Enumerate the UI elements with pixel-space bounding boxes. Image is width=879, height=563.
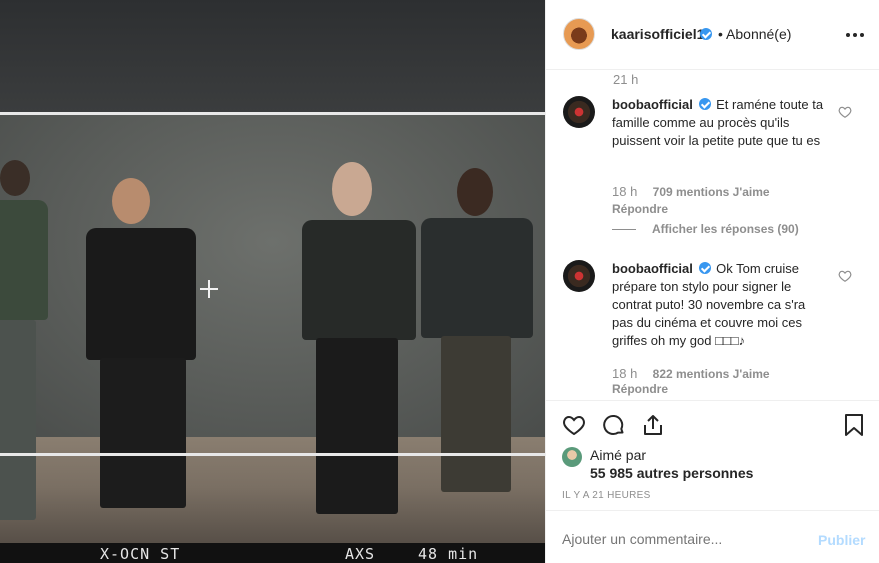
frame-guide-top bbox=[0, 112, 545, 115]
header-separator: • bbox=[718, 26, 723, 42]
author-avatar[interactable] bbox=[563, 18, 595, 50]
post-timestamp: IL Y A 21 HEURES bbox=[562, 490, 651, 501]
share-icon[interactable] bbox=[641, 413, 665, 437]
camera-time: 48 min bbox=[418, 545, 479, 563]
caption-time: 21 h bbox=[613, 72, 639, 87]
comment-time: 18 h bbox=[612, 366, 638, 381]
person-figure-1 bbox=[0, 160, 60, 530]
comment-text: boobaofficial Et raméne toute ta famille… bbox=[612, 96, 828, 150]
comments-list[interactable]: 21 h boobaofficial Et raméne toute ta fa… bbox=[546, 70, 879, 400]
verified-badge-icon bbox=[698, 98, 711, 110]
reply-button[interactable]: Répondre bbox=[612, 382, 668, 396]
comment-time: 18 h bbox=[612, 184, 638, 199]
follow-status-label: Abonné(e) bbox=[726, 26, 792, 42]
commenter-avatar[interactable] bbox=[563, 260, 595, 292]
liker-avatar[interactable] bbox=[562, 447, 582, 467]
commenter-avatar[interactable] bbox=[563, 96, 595, 128]
post-header: kaarisofficiel1 • Abonné(e) bbox=[546, 0, 879, 70]
view-replies-label: Afficher les réponses (90) bbox=[652, 222, 799, 236]
follow-status[interactable]: • Abonné(e) bbox=[718, 26, 791, 42]
add-comment-bar: Publier bbox=[546, 510, 879, 563]
comment-likes[interactable]: 822 mentions J'aime bbox=[653, 367, 770, 381]
add-comment-input[interactable] bbox=[562, 531, 802, 547]
comment-like-heart-icon[interactable] bbox=[838, 269, 852, 283]
view-replies-button[interactable]: Afficher les réponses (90) bbox=[612, 222, 799, 236]
liked-by-count[interactable]: 55 985 autres personnes bbox=[590, 465, 753, 481]
like-heart-icon[interactable] bbox=[562, 413, 586, 437]
comment-like-heart-icon[interactable] bbox=[838, 105, 852, 119]
camera-overlay: X-OCN ST AXS 48 min bbox=[0, 543, 545, 563]
post-photo[interactable]: X-OCN ST AXS 48 min bbox=[0, 0, 545, 563]
comment-meta: 18 h 709 mentions J'aime bbox=[612, 184, 770, 199]
post-comment-button[interactable]: Publier bbox=[818, 532, 865, 548]
post-actions: Aimé par 55 985 autres personnes IL Y A … bbox=[546, 400, 879, 510]
person-figure-3 bbox=[298, 162, 423, 527]
view-replies-dash bbox=[612, 228, 636, 230]
verified-badge-icon bbox=[698, 262, 711, 274]
camera-codec: X-OCN ST bbox=[100, 545, 181, 563]
author-username[interactable]: kaarisofficiel1 bbox=[611, 26, 704, 42]
comment-bubble-icon[interactable] bbox=[602, 413, 626, 437]
comment-likes[interactable]: 709 mentions J'aime bbox=[653, 185, 770, 199]
reply-button[interactable]: Répondre bbox=[612, 202, 668, 216]
camera-format: AXS bbox=[345, 545, 376, 563]
post-side-panel: kaarisofficiel1 • Abonné(e) 21 h boobaof… bbox=[545, 0, 879, 563]
bookmark-icon[interactable] bbox=[842, 413, 866, 437]
commenter-username[interactable]: boobaofficial bbox=[612, 97, 693, 112]
frame-guide-bottom bbox=[0, 453, 545, 456]
verified-badge-icon bbox=[700, 28, 712, 40]
person-figure-2 bbox=[78, 178, 208, 523]
person-figure-4 bbox=[415, 168, 535, 498]
liked-by-label: Aimé par bbox=[590, 447, 647, 463]
comment-text: boobaofficial Ok Tom cruise prépare ton … bbox=[612, 260, 828, 350]
crosshair-icon bbox=[200, 280, 218, 298]
commenter-username[interactable]: boobaofficial bbox=[612, 261, 693, 276]
more-options-icon[interactable] bbox=[846, 26, 866, 44]
comment-meta: 18 h 822 mentions J'aime bbox=[612, 366, 770, 381]
